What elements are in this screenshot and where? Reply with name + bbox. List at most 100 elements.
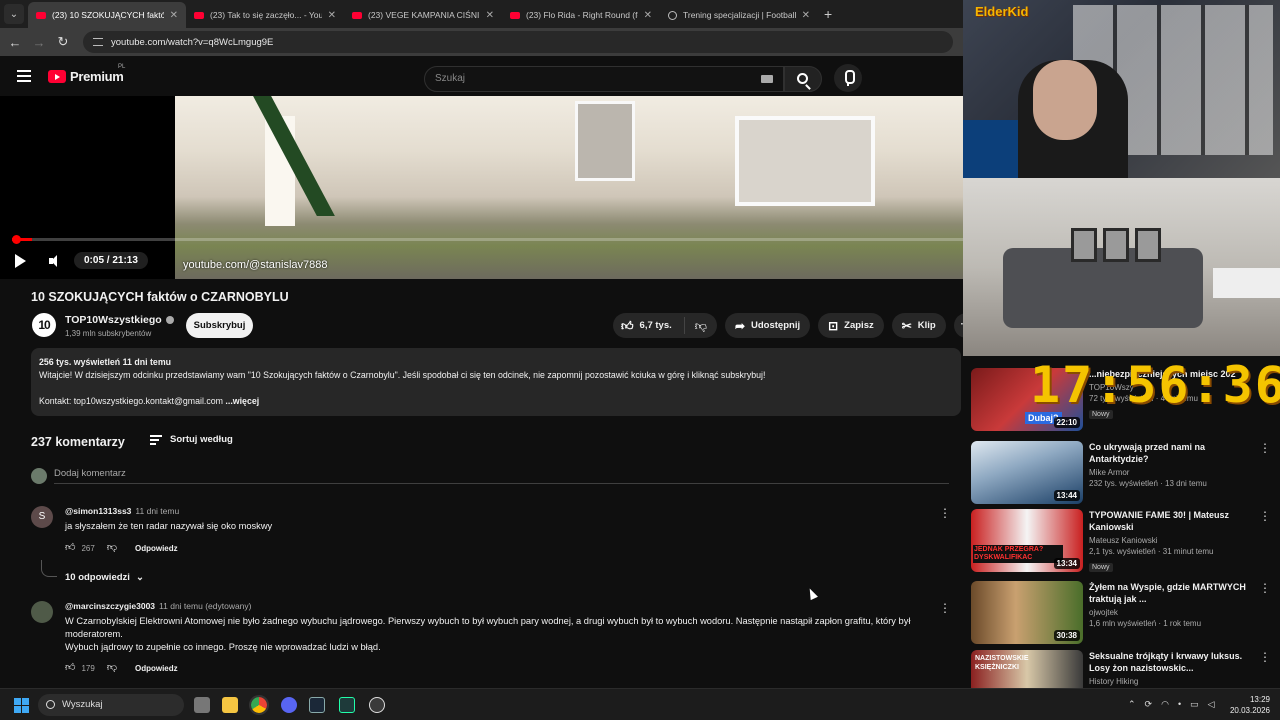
close-icon[interactable]: ✕: [486, 10, 494, 21]
obs-icon[interactable]: [369, 697, 385, 713]
discord-icon[interactable]: [281, 697, 297, 713]
reload-icon[interactable]: ↻: [51, 34, 75, 50]
comment-count: 237 komentarzy: [31, 435, 125, 449]
video-title[interactable]: Żyłem na Wyspie, gdzie MARTWYCH traktują…: [1089, 581, 1249, 605]
file-explorer-icon[interactable]: [222, 697, 238, 713]
clock[interactable]: 13:29 20.03.2026: [1230, 694, 1270, 716]
tab-search-button[interactable]: ⌄: [4, 4, 24, 24]
play-icon[interactable]: [15, 254, 26, 268]
thumbs-up-icon[interactable]: 👍︎: [65, 543, 75, 553]
comment-author[interactable]: @marcinszczygie3003: [65, 601, 155, 611]
video-thumbnail[interactable]: 13:44: [971, 441, 1083, 504]
network-icon[interactable]: ▭: [1190, 699, 1199, 710]
thumbs-down-icon[interactable]: 👎︎: [107, 663, 117, 673]
menu-icon[interactable]: [17, 70, 31, 82]
video-menu-icon[interactable]: ⋮: [1259, 509, 1271, 523]
thumbs-up-icon[interactable]: 👍︎: [65, 663, 75, 673]
comment-time[interactable]: 11 dni temu (edytowany): [159, 601, 251, 611]
close-icon[interactable]: ✕: [328, 10, 336, 21]
channel-name[interactable]: ojwojtek: [1089, 608, 1249, 617]
close-icon[interactable]: ✕: [802, 10, 810, 21]
search-input[interactable]: Szukaj: [424, 66, 784, 92]
like-button[interactable]: 👍︎ 6,7 tys.: [613, 317, 685, 334]
comment-time[interactable]: 11 dni temu: [135, 506, 179, 516]
video-title[interactable]: TYPOWANIE FAME 30! | Mateusz Kaniowski: [1089, 509, 1249, 533]
new-tab-button[interactable]: +: [824, 6, 832, 22]
add-comment-input[interactable]: Dodaj komentarz: [54, 468, 949, 484]
video-menu-icon[interactable]: ⋮: [1259, 650, 1271, 664]
channel-name[interactable]: Mateusz Kaniowski: [1089, 536, 1249, 545]
channel-name[interactable]: TOP10Wszystkiego: [65, 314, 174, 326]
thumbs-down-icon[interactable]: 👎︎: [107, 543, 117, 553]
sync-icon[interactable]: ⟳: [1145, 699, 1153, 710]
video-thumbnail[interactable]: NAZISTOWSKIE KSIĘŻNICZKI: [971, 650, 1083, 688]
comment-menu-icon[interactable]: ⋮: [939, 506, 951, 520]
clip-button[interactable]: ✂ Klip: [891, 313, 946, 338]
progress-bar[interactable]: [12, 235, 963, 244]
chrome-icon[interactable]: [249, 695, 269, 715]
app-icon[interactable]: [339, 697, 355, 713]
dislike-button[interactable]: 👎︎: [685, 317, 717, 334]
channel-name[interactable]: Mike Armor: [1089, 468, 1249, 477]
share-button[interactable]: ➦ Udostępnij: [724, 313, 811, 338]
browser-tab[interactable]: (23) Tak to się zaczęło... - YouTu ✕: [186, 2, 344, 28]
recommended-video[interactable]: NAZISTOWSKIE KSIĘŻNICZKI Seksualne trójk…: [971, 650, 1271, 688]
comment-actions: 👍︎ 179 👎︎ Odpowiedz: [65, 663, 178, 673]
steam-icon[interactable]: [309, 697, 325, 713]
task-view-icon[interactable]: [194, 697, 210, 713]
stream-timer: 17:56:36: [1030, 356, 1280, 414]
progress-scrubber[interactable]: [12, 235, 21, 244]
back-arrow-icon[interactable]: ←: [3, 35, 27, 50]
microphone-icon[interactable]: •: [1178, 699, 1181, 710]
youtube-play-icon: [48, 70, 66, 83]
video-menu-icon[interactable]: ⋮: [1259, 581, 1271, 595]
user-avatar: [31, 468, 47, 484]
keyboard-icon[interactable]: [761, 75, 773, 83]
view-replies-button[interactable]: 10 odpowiedzi ⌄: [65, 572, 144, 583]
recommended-video[interactable]: 13:44 Co ukrywają przed nami na Antarkty…: [971, 441, 1271, 505]
taskbar-search[interactable]: Wyszukaj: [38, 694, 184, 716]
browser-tab[interactable]: (23) VEGE KAMPANIA CIŚNIENI ✕: [344, 2, 502, 28]
windows-start-icon[interactable]: [14, 698, 29, 713]
subscribe-button[interactable]: Subskrybuj: [186, 313, 253, 338]
volume-icon[interactable]: [49, 255, 61, 267]
speaker-icon[interactable]: ◁: [1208, 699, 1215, 710]
browser-tab[interactable]: (23) 10 SZOKUJĄCYCH faktów o ✕: [28, 2, 186, 28]
video-thumbnail[interactable]: JEDNAK PRZEGRA? DYSKWALIFIKAC 13:34: [971, 509, 1083, 572]
comment-author[interactable]: @simon1313ss3: [65, 506, 131, 516]
wifi-icon[interactable]: ◠: [1161, 699, 1169, 710]
browser-tab[interactable]: Trening specjalizacji | FootballTe ✕: [660, 2, 818, 28]
site-settings-icon[interactable]: [93, 38, 103, 46]
forward-arrow-icon[interactable]: →: [27, 35, 51, 50]
close-icon[interactable]: ✕: [170, 10, 178, 21]
tab-title: (23) Flo Rida - Right Round (fea: [526, 10, 638, 20]
video-thumbnail[interactable]: 30:38: [971, 581, 1083, 644]
video-title[interactable]: Seksualne trójkąty i krwawy luksus. Losy…: [1089, 650, 1249, 674]
sort-button[interactable]: Sortuj według: [150, 434, 233, 445]
recommended-video[interactable]: JEDNAK PRZEGRA? DYSKWALIFIKAC 13:34 TYPO…: [971, 509, 1271, 573]
reply-button[interactable]: Odpowiedz: [135, 664, 178, 673]
channel-avatar[interactable]: 10: [32, 313, 56, 337]
video-title[interactable]: Co ukrywają przed nami na Antarktydzie?: [1089, 441, 1249, 465]
comment-avatar[interactable]: [31, 601, 53, 623]
channel-name[interactable]: History Hiking: [1089, 677, 1249, 686]
chevron-up-icon[interactable]: ⌃: [1128, 699, 1136, 710]
save-button[interactable]: ⊡ Zapisz: [818, 313, 884, 338]
comment-text: ja słyszałem że ten radar nazywał się ok…: [65, 521, 273, 531]
show-more-link[interactable]: ...więcej: [223, 396, 259, 406]
recommended-video[interactable]: 30:38 Żyłem na Wyspie, gdzie MARTWYCH tr…: [971, 581, 1271, 645]
description-box[interactable]: 256 tys. wyświetleń 11 dni temu Witajcie…: [31, 348, 961, 416]
microphone-icon[interactable]: [834, 64, 862, 92]
browser-tab[interactable]: (23) Flo Rida - Right Round (fea ✕: [502, 2, 660, 28]
youtube-logo[interactable]: Premium PL: [48, 64, 125, 84]
close-icon[interactable]: ✕: [644, 10, 652, 21]
comment-menu-icon[interactable]: ⋮: [939, 601, 951, 615]
video-player[interactable]: 0:05 / 21:13 youtube.com/@stanislav7888: [0, 96, 963, 279]
comment-avatar[interactable]: S: [31, 506, 53, 528]
video-menu-icon[interactable]: ⋮: [1259, 441, 1271, 455]
reply-button[interactable]: Odpowiedz: [135, 544, 178, 553]
youtube-icon: [352, 11, 362, 19]
search-button[interactable]: [784, 66, 822, 92]
video-actions: 👍︎ 6,7 tys. 👎︎ ➦ Udostępnij ⊡ Zapisz ✂ Klip …: [613, 313, 979, 338]
url-field[interactable]: youtube.com/watch?v=q8WcLmgug9E: [83, 31, 953, 53]
